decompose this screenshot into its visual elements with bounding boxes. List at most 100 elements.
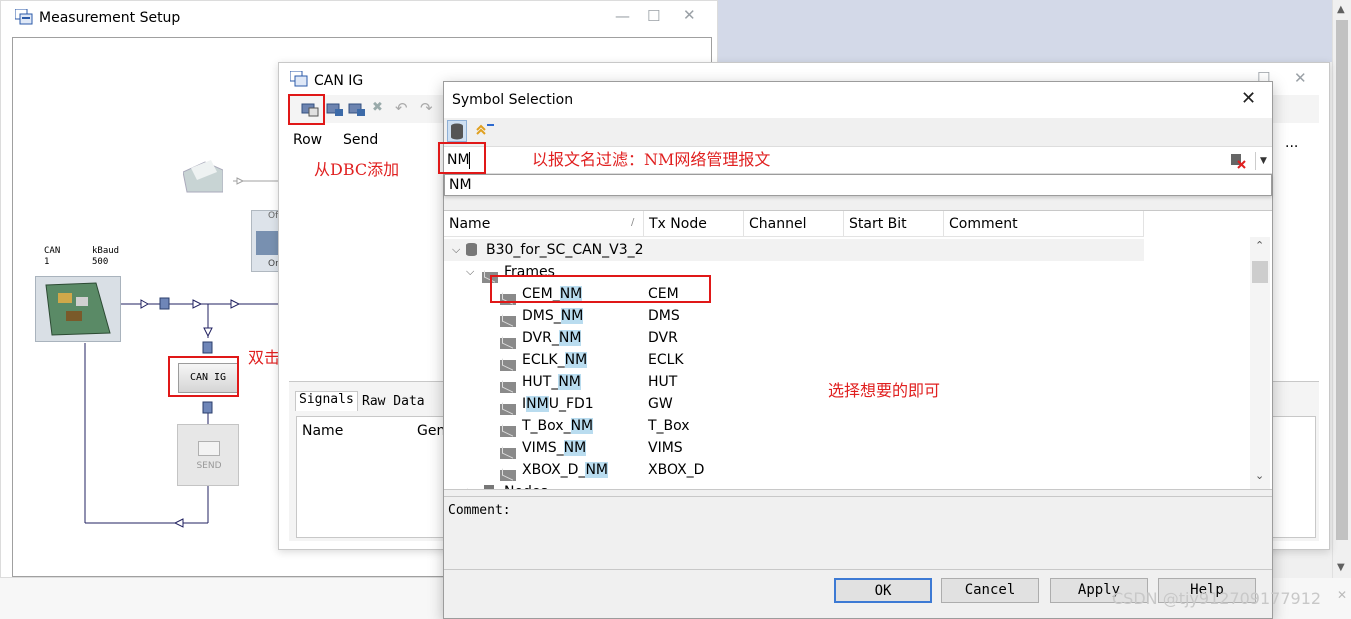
frame-row[interactable]: ECLK_NM ECLK [444,349,1144,371]
frame-name-prefix: DMS_ [522,308,561,324]
col-start-bit[interactable]: Start Bit [844,211,944,237]
col-name-header[interactable]: Name [302,423,343,439]
annotation-box-cem-nm [490,275,711,303]
frame-envelope-icon [500,425,516,437]
tree-database-row[interactable]: ⌵ B30_for_SC_CAN_V3_2 [444,239,1144,261]
expand-database-icon[interactable]: ⌵ [452,239,460,261]
frame-name-match: NM [563,440,587,456]
dialog-close-icon[interactable]: ✕ [1241,88,1256,109]
expand-nodes-icon[interactable]: > [466,481,475,489]
delete-icon[interactable]: ✖ [372,100,390,116]
annotation-box-can-ig [168,356,239,397]
frame-envelope-icon [500,447,516,459]
frame-name-match: NM [564,352,588,368]
frame-row[interactable]: VIMS_NM VIMS [444,437,1144,459]
send-label: SEND [196,461,222,471]
add-signal-icon[interactable] [348,101,366,117]
frame-tx-node: HUT [648,374,678,390]
frame-row[interactable]: INMU_FD1 GW [444,393,1144,415]
col-name[interactable]: Name [444,211,644,237]
database-node-icon [466,243,477,256]
collapse-all-icon[interactable] [475,122,495,138]
frame-name-match: NM [558,330,582,346]
database-icon[interactable] [447,120,467,142]
annotation-add-from-dbc: 从DBC添加 [314,160,400,179]
annotation-filter-by-name: 以报文名过滤：NM网络管理报文 [532,150,771,169]
can-card-block[interactable] [35,276,121,342]
frame-name-match: NM [585,462,609,478]
frame-name-prefix: T_Box_ [522,418,571,434]
frame-envelope-icon [500,381,516,393]
close-icon[interactable]: ✕ [683,6,696,24]
col-row-header[interactable]: Row [293,132,322,148]
can-ig-close-icon[interactable]: ✕ [1294,69,1307,87]
scroll-down-icon[interactable]: ▼ [1337,562,1345,573]
frame-envelope-icon [500,337,516,349]
frame-tx-node: XBOX_D [648,462,705,478]
send-envelope-icon [198,441,220,456]
annotation-box-filter [438,142,486,174]
frame-name-prefix: ECLK_ [522,352,565,368]
col-gen-header[interactable]: Gen [417,423,445,439]
minimize-icon[interactable]: — [615,7,630,25]
tree-scrollbar[interactable]: ⌃ ⌄ [1250,237,1270,489]
frame-name-match: NM [558,374,581,390]
scroll-thumb[interactable] [1336,20,1348,540]
col-comment[interactable]: Comment [944,211,1144,237]
watermark: CSDN @tjy912709177912 [1112,589,1322,608]
frame-tx-node: VIMS [648,440,683,456]
logging-block-icon[interactable] [182,160,224,194]
send-block[interactable]: SEND [177,424,239,486]
dialog-title: Symbol Selection [452,92,574,108]
can-channel-label: CAN 1 [44,246,61,267]
tree-scroll-thumb[interactable] [1252,261,1268,283]
frame-row[interactable]: DVR_NM DVR [444,327,1144,349]
watermark-close-icon[interactable]: ✕ [1337,588,1347,602]
frame-tx-node: GW [648,396,673,412]
symbol-tree: Name / Tx Node Channel Mask Start Bit Co… [444,210,1272,490]
tab-raw-data[interactable]: Raw Data [362,394,425,409]
tree-header: Name / Tx Node Channel Mask Start Bit Co… [444,211,1144,258]
comment-box: Comment: [444,496,1272,570]
add-frame-icon[interactable] [326,101,344,117]
dialog-title-bar: Symbol Selection ✕ [444,82,1272,118]
col-tx-node[interactable]: Tx Node [644,211,744,237]
tab-signals[interactable]: Signals [295,391,358,411]
cancel-button[interactable]: Cancel [941,578,1039,603]
frame-row[interactable]: T_Box_NM T_Box [444,415,1144,437]
frame-row[interactable]: DMS_NM DMS [444,305,1144,327]
frame-name: ECLK_NM [522,349,588,371]
comment-label: Comment: [448,503,511,518]
frame-row[interactable]: XBOX_D_NM XBOX_D [444,459,1144,481]
frame-name: XBOX_D_NM [522,459,609,481]
frame-envelope-icon [500,359,516,371]
nodes-folder-icon [484,485,494,489]
more-button[interactable]: ... [1285,135,1298,151]
frame-name-match: NM [560,308,584,324]
online-switch-label-top: Of [268,211,279,221]
tree-scroll-up-icon[interactable]: ⌃ [1255,239,1264,252]
clear-filter-icon[interactable] [1229,152,1247,169]
frame-name-match: NM [526,396,549,412]
undo-icon[interactable]: ↶ [395,99,413,117]
frame-name-prefix: XBOX_D_ [522,462,586,478]
frame-name: HUT_NM [522,371,581,393]
annotation-box-toolbar [288,94,325,125]
frame-tx-node: T_Box [648,418,690,434]
tree-nodes-row[interactable]: > Nodes [444,481,1144,489]
expand-frames-icon[interactable]: ⌵ [466,261,474,283]
tree-scroll-down-icon[interactable]: ⌄ [1255,469,1264,482]
frame-envelope-icon [500,403,516,415]
filter-dropdown-icon[interactable]: ▼ [1255,152,1271,170]
frame-name: DVR_NM [522,327,582,349]
scroll-up-icon[interactable]: ▲ [1337,4,1345,15]
maximize-icon[interactable]: ☐ [647,7,660,25]
col-send-header[interactable]: Send [343,132,378,148]
ok-button[interactable]: OK [834,578,932,603]
col-channel-mask[interactable]: Channel Mask [744,211,844,258]
vertical-scrollbar[interactable]: ▲ ▼ [1332,0,1351,578]
window-app-icon [14,8,33,25]
filter-suggestion[interactable]: NM [444,174,1272,196]
redo-icon[interactable]: ↷ [420,99,438,117]
frame-row[interactable]: HUT_NM HUT [444,371,1144,393]
